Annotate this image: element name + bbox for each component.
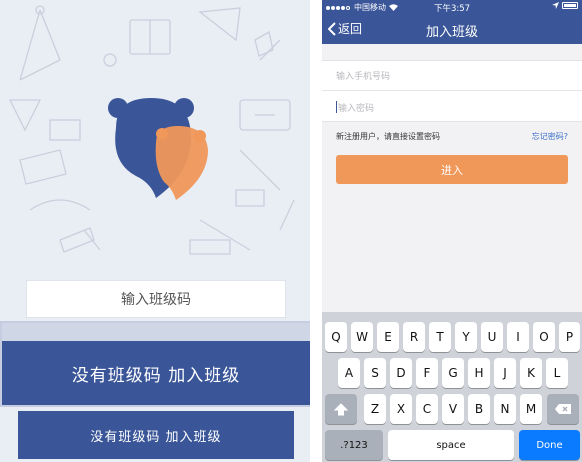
join-without-code-label: 没有班级码 加入班级 bbox=[71, 365, 241, 386]
join-without-code-button[interactable]: 没有班级码 加入班级 bbox=[18, 411, 294, 459]
key-s[interactable]: S bbox=[364, 358, 386, 388]
left-screen: 输入班级码 没有班级码 加入班级 没有班级码 加入班级 bbox=[0, 0, 310, 462]
page-title: 加入班级 bbox=[425, 25, 478, 40]
key-m[interactable]: M bbox=[520, 394, 542, 424]
text-caret bbox=[336, 101, 337, 113]
phone-placeholder: 输入手机号码 bbox=[336, 72, 391, 82]
key-o[interactable]: O bbox=[533, 322, 555, 352]
phone-screen: 中国移动 下午3:57 返回 加入班级 输入手机号码 输入密码 新注册用户，请直… bbox=[322, 0, 582, 462]
numbers-key[interactable]: .?123 bbox=[325, 430, 383, 460]
class-code-input[interactable]: 输入班级码 bbox=[26, 280, 286, 318]
register-hint: 新注册用户，请直接设置密码 bbox=[336, 132, 440, 141]
forgot-password-link[interactable]: 忘记密码? bbox=[532, 131, 568, 142]
key-d[interactable]: D bbox=[390, 358, 412, 388]
password-placeholder: 输入密码 bbox=[338, 103, 375, 114]
location-icon bbox=[552, 2, 559, 9]
key-p[interactable]: P bbox=[559, 322, 580, 352]
join-without-code-label-small: 没有班级码 加入班级 bbox=[90, 429, 222, 445]
key-b[interactable]: B bbox=[468, 394, 490, 424]
key-a[interactable]: A bbox=[338, 358, 360, 388]
password-input[interactable]: 输入密码 bbox=[322, 92, 582, 122]
key-l[interactable]: L bbox=[546, 358, 568, 388]
enter-button[interactable]: 进入 bbox=[336, 155, 568, 184]
key-z[interactable]: Z bbox=[364, 394, 386, 424]
status-right bbox=[552, 2, 578, 9]
keyboard: Q W E R T Y U I O P A S D F G H J K L Z … bbox=[322, 312, 582, 462]
button-highlight-frame: 没有班级码 加入班级 bbox=[0, 321, 310, 407]
battery-icon bbox=[562, 2, 578, 9]
done-key[interactable]: Done bbox=[519, 430, 580, 460]
key-y[interactable]: Y bbox=[455, 322, 477, 352]
backspace-key[interactable] bbox=[547, 394, 579, 424]
key-x[interactable]: X bbox=[390, 394, 412, 424]
key-u[interactable]: U bbox=[481, 322, 503, 352]
shift-key[interactable] bbox=[325, 394, 357, 424]
key-r[interactable]: R bbox=[403, 322, 425, 352]
key-k[interactable]: K bbox=[520, 358, 542, 388]
join-without-code-button-large[interactable]: 没有班级码 加入班级 bbox=[2, 341, 310, 405]
phone-number-input[interactable]: 输入手机号码 bbox=[322, 61, 582, 91]
key-f[interactable]: F bbox=[416, 358, 438, 388]
space-key[interactable]: space bbox=[388, 430, 514, 460]
shift-icon bbox=[334, 402, 348, 415]
key-q[interactable]: Q bbox=[325, 322, 347, 352]
nav-bar: 返回 加入班级 bbox=[322, 14, 582, 44]
class-code-placeholder: 输入班级码 bbox=[121, 292, 191, 308]
enter-label: 进入 bbox=[441, 163, 463, 177]
key-w[interactable]: W bbox=[351, 322, 373, 352]
status-bar: 中国移动 下午3:57 bbox=[322, 0, 582, 14]
key-e[interactable]: E bbox=[377, 322, 399, 352]
key-n[interactable]: N bbox=[494, 394, 516, 424]
key-i[interactable]: I bbox=[507, 322, 529, 352]
backspace-icon bbox=[555, 404, 571, 414]
login-form: 输入手机号码 输入密码 bbox=[322, 60, 582, 122]
key-c[interactable]: C bbox=[416, 394, 438, 424]
key-v[interactable]: V bbox=[442, 394, 464, 424]
status-time: 下午3:57 bbox=[433, 4, 471, 14]
mascot-logo bbox=[108, 98, 208, 200]
key-t[interactable]: T bbox=[429, 322, 451, 352]
key-g[interactable]: G bbox=[442, 358, 464, 388]
key-h[interactable]: H bbox=[468, 358, 490, 388]
key-j[interactable]: J bbox=[494, 358, 516, 388]
